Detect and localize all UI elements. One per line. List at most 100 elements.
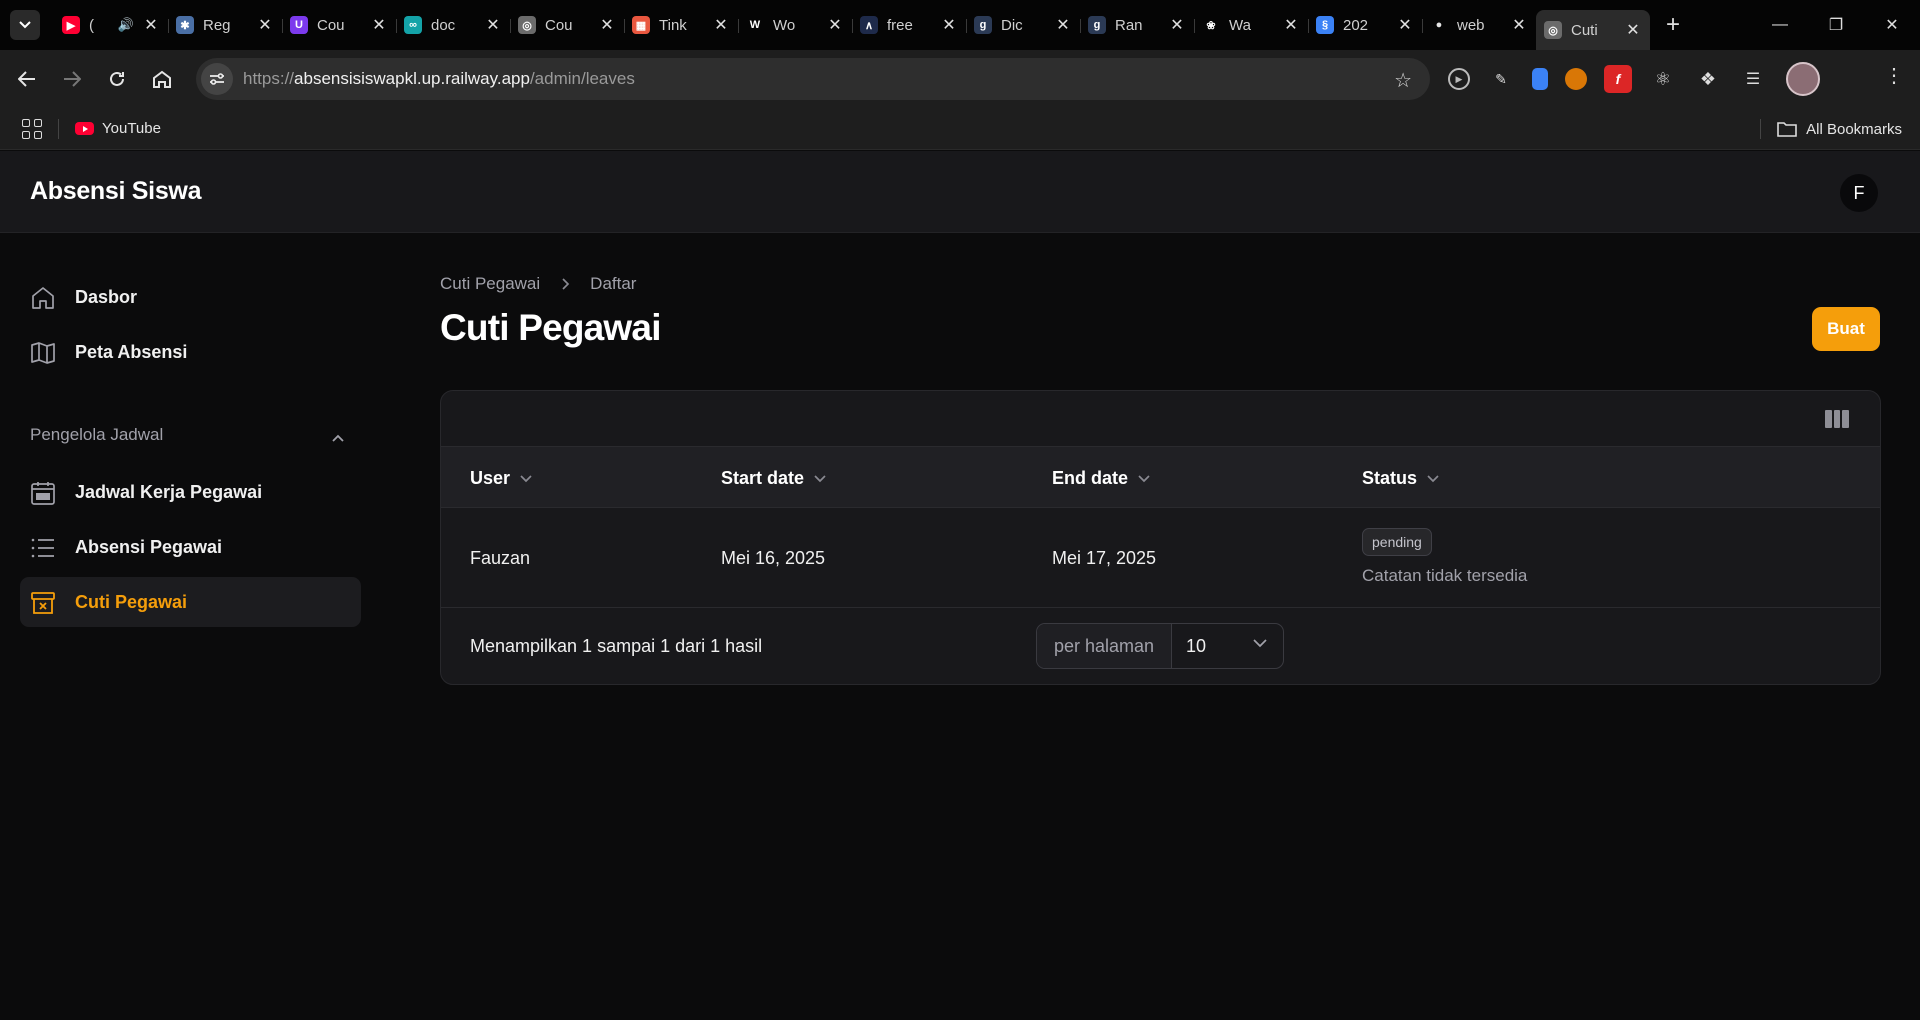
close-icon[interactable]: ✕ [484, 15, 502, 35]
browser-tab[interactable]: ∧ free ✕ [852, 7, 966, 43]
close-icon[interactable]: ✕ [940, 15, 958, 35]
new-tab-button[interactable]: + [1656, 8, 1690, 42]
per-page-value[interactable]: 10 [1172, 624, 1283, 668]
create-button[interactable]: Buat [1812, 307, 1880, 351]
close-icon[interactable]: ✕ [1054, 15, 1072, 35]
column-label: User [470, 468, 511, 488]
speaker-icon[interactable]: 🔊 [118, 17, 134, 33]
extensions-puzzle-icon[interactable]: ❖ [1694, 65, 1722, 93]
browser-tab[interactable]: g Dic ✕ [966, 7, 1080, 43]
close-icon[interactable]: ✕ [142, 15, 160, 35]
table-toolbar [441, 391, 1880, 447]
sidebar-item-jadwal-kerja-pegawai[interactable]: Jadwal Kerja Pegawai [20, 467, 361, 517]
cookie-extension-icon[interactable] [1565, 68, 1587, 90]
close-icon[interactable]: ✕ [1624, 20, 1642, 40]
browser-tab[interactable]: ◎ Cou ✕ [510, 7, 624, 43]
reload-button[interactable] [99, 61, 135, 97]
g-logo-icon: g [1088, 16, 1106, 34]
brand-title[interactable]: Absensi Siswa [30, 177, 201, 206]
browser-tab[interactable]: ∞ doc ✕ [396, 7, 510, 43]
close-icon[interactable]: ✕ [256, 15, 274, 35]
minimize-button[interactable]: — [1752, 0, 1808, 50]
tab-title: Ran [1115, 16, 1143, 34]
site-info-button[interactable] [201, 63, 233, 95]
close-icon[interactable]: ✕ [1510, 15, 1528, 35]
sidebar-item-peta-absensi[interactable]: Peta Absensi [20, 327, 361, 377]
media-control-icon[interactable]: ▶ [1448, 68, 1470, 90]
cell-end-date: Mei 17, 2025 [1052, 548, 1157, 568]
media-queue-icon[interactable]: ☰ [1739, 65, 1767, 93]
map-icon [31, 342, 55, 364]
tab-search-button[interactable] [10, 10, 40, 40]
tab-title: Wo [773, 16, 796, 34]
per-page-label: per halaman [1037, 624, 1172, 668]
youtube-icon: ▶ [62, 16, 80, 34]
column-header-user[interactable]: User [470, 468, 532, 489]
close-icon[interactable]: ✕ [370, 15, 388, 35]
tab-title: free [887, 16, 913, 34]
browser-tab[interactable]: § 202 ✕ [1308, 7, 1422, 43]
forward-button[interactable] [54, 61, 90, 97]
flash-extension-icon[interactable]: f [1604, 65, 1632, 93]
bookmark-youtube[interactable]: YouTube [102, 120, 161, 137]
browser-tab[interactable]: U Cou ✕ [282, 7, 396, 43]
column-toggle-icon[interactable] [1825, 410, 1850, 428]
sidebar-item-cuti-pegawai[interactable]: Cuti Pegawai [20, 577, 361, 627]
chevron-down-icon [1427, 474, 1439, 482]
back-button[interactable] [9, 61, 45, 97]
browser-tab[interactable]: ◎ Cuti ✕ [1536, 10, 1650, 50]
leaves-table-card: User Start date End date Status Fauzan M… [440, 390, 1881, 685]
close-icon[interactable]: ✕ [826, 15, 844, 35]
close-icon[interactable]: ✕ [598, 15, 616, 35]
chevron-down-icon [520, 474, 532, 482]
sidebar-item-absensi-pegawai[interactable]: Absensi Pegawai [20, 522, 361, 572]
chevron-up-icon[interactable] [330, 430, 346, 446]
all-bookmarks-button[interactable]: All Bookmarks [1760, 119, 1902, 139]
sidebar-item-label: Peta Absensi [75, 341, 188, 362]
browser-menu-icon[interactable]: ⋮ [1884, 66, 1904, 86]
browser-tab[interactable]: ▦ Tink ✕ [624, 7, 738, 43]
column-header-start-date[interactable]: Start date [721, 468, 826, 489]
close-icon[interactable]: ✕ [712, 15, 730, 35]
close-window-button[interactable]: ✕ [1864, 0, 1920, 50]
sidebar-item-label: Absensi Pegawai [75, 536, 223, 557]
tab-title: Reg [203, 16, 231, 34]
sidebar: Dasbor Peta Absensi Pengelola Jadwal Jad… [0, 234, 380, 1020]
tinkercad-icon: ▦ [632, 16, 650, 34]
url-scheme: https:// [243, 69, 295, 88]
per-page-select[interactable]: per halaman 10 [1036, 623, 1284, 669]
browser-tab[interactable]: ▶ (🔊 ✕ [54, 7, 168, 43]
tab-title: web [1457, 16, 1485, 34]
browser-tab[interactable]: g Ran ✕ [1080, 7, 1194, 43]
close-icon[interactable]: ✕ [1396, 15, 1414, 35]
table-row[interactable]: Fauzan Mei 16, 2025 Mei 17, 2025 pending… [441, 508, 1880, 608]
apps-grid-icon[interactable] [22, 118, 42, 139]
arrow-right-icon [64, 71, 81, 87]
address-bar[interactable]: https://absensisiswapkl.up.railway.app/a… [196, 58, 1430, 100]
bookmark-star-icon[interactable]: ☆ [1394, 68, 1412, 93]
user-avatar[interactable]: F [1840, 174, 1878, 212]
column-header-status[interactable]: Status [1362, 468, 1439, 489]
cell-user: Fauzan [470, 548, 531, 568]
home-icon [153, 70, 171, 88]
chevron-down-icon [19, 21, 31, 29]
restore-button[interactable]: ❐ [1808, 0, 1864, 50]
all-bookmarks-label: All Bookmarks [1806, 120, 1902, 138]
browser-tab[interactable]: ● web ✕ [1422, 7, 1536, 43]
tab-title: 202 [1343, 16, 1369, 34]
browser-tab[interactable]: ❀ Wa ✕ [1194, 7, 1308, 43]
close-icon[interactable]: ✕ [1168, 15, 1186, 35]
breadcrumb-link-cuti-pegawai[interactable]: Cuti Pegawai [440, 274, 540, 294]
eyedropper-icon[interactable]: ✎ [1487, 65, 1515, 93]
browser-tab[interactable]: W Wo ✕ [738, 7, 852, 43]
profile-avatar[interactable] [1786, 62, 1820, 96]
react-devtools-icon[interactable]: ⚛ [1649, 65, 1677, 93]
home-button[interactable] [144, 61, 180, 97]
close-icon[interactable]: ✕ [1282, 15, 1300, 35]
nav-group-label[interactable]: Pengelola Jadwal [30, 425, 163, 445]
column-header-end-date[interactable]: End date [1052, 468, 1150, 489]
browser-tab[interactable]: ✱ Reg ✕ [168, 7, 282, 43]
doc-extension-icon[interactable] [1532, 68, 1548, 90]
sidebar-item-dasbor[interactable]: Dasbor [20, 272, 361, 322]
tab-title: Tink [659, 16, 687, 34]
